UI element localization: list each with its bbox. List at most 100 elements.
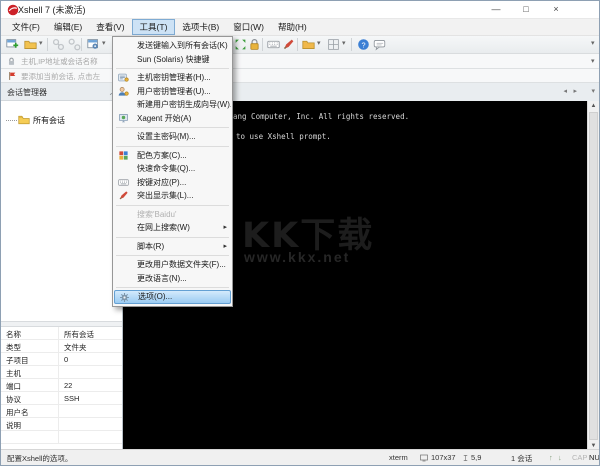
status-terminal-type[interactable]: xterm (389, 453, 408, 462)
help-icon[interactable]: ? (357, 38, 370, 51)
minimize-button[interactable]: — (481, 1, 511, 19)
keyboard-icon[interactable] (267, 38, 280, 51)
menu-separator (116, 68, 229, 69)
layout-grid-icon[interactable] (327, 38, 340, 51)
property-value: SSH (64, 394, 80, 403)
menu-item-xagent-start[interactable]: Xagent 开始(A) (114, 112, 231, 126)
property-row: 协议 SSH (1, 392, 122, 405)
tree-item-label[interactable]: 所有会话 (33, 115, 65, 126)
menu-item-master-password[interactable]: 设置主密码(M)... (114, 130, 231, 144)
status-caps-lock: CAP (572, 453, 588, 462)
toolbar-separator (81, 38, 82, 51)
xshell-logo-icon (7, 4, 19, 16)
transfer-folder-icon[interactable] (302, 38, 315, 51)
menu-item-sun-solaris[interactable]: Sun (Solaris) 快捷键 (114, 53, 231, 67)
menu-file[interactable]: 文件(F) (5, 19, 47, 35)
tab-menu-caret-icon[interactable]: ▾ (591, 87, 595, 95)
menu-item-color-scheme[interactable]: 配色方案(C)... (114, 149, 231, 163)
property-row (1, 431, 122, 444)
feedback-bubble-icon[interactable] (373, 38, 386, 51)
transfer-folder-caret-icon[interactable]: ▾ (317, 39, 321, 47)
property-value: 文件夹 (64, 343, 87, 352)
property-row: 端口 22 (1, 379, 122, 392)
status-screen-size[interactable]: 107x37 (431, 453, 456, 462)
window-title: Xshell 7 (未激活) (18, 5, 86, 15)
session-properties-caret-icon[interactable]: ▾ (102, 39, 106, 47)
menu-item-highlight-sets[interactable]: 突出显示集(L)... (114, 189, 231, 203)
menu-item-label: Xagent 开始(A) (137, 113, 192, 123)
highlight-pen-icon[interactable] (282, 38, 295, 51)
toolbar-overflow-caret-icon[interactable]: ▾ (591, 39, 595, 47)
menu-item-key-mapping[interactable]: 按键对应(P)... (114, 176, 231, 190)
fullscreen-icon[interactable] (234, 38, 247, 51)
menu-edit[interactable]: 编辑(E) (47, 19, 89, 35)
scroll-up-icon[interactable]: ▲ (588, 103, 599, 109)
menu-item-label: 在网上搜索(W) (137, 223, 190, 232)
address-caret-icon[interactable]: ▾ (591, 57, 595, 65)
address-lock-icon (8, 57, 15, 65)
session-manager-panel: 会话管理器 所有会话 名称 所有会话 类型 文件夹 子项目 0 主机 端口 22 协议 S… (1, 83, 123, 449)
session-next-arrow-icon[interactable]: ↓ (558, 453, 562, 462)
sessions-folder-icon (18, 115, 30, 125)
menu-view[interactable]: 查看(V) (89, 19, 131, 35)
menu-item-scripts[interactable]: 脚本(R) ▸ (114, 240, 231, 254)
address-bar[interactable]: 主机,IP地址或会话名称 ▾ (1, 54, 599, 69)
open-session-folder-icon[interactable] (24, 38, 37, 51)
scrollbar-thumb[interactable] (589, 112, 598, 440)
menu-tabs[interactable]: 选项卡(B) (175, 19, 226, 35)
menu-item-host-keys[interactable]: 主机密钥管理者(H)... (114, 71, 231, 85)
title-bar: Xshell 7 (未激活) — □ × (1, 1, 599, 19)
toolbar-separator (297, 38, 298, 51)
links-bar-hint: 要添加当前会话, 点击左 (21, 72, 101, 81)
menu-item-change-language[interactable]: 更改语言(N)... (114, 272, 231, 286)
session-prev-arrow-icon[interactable]: ↑ (549, 453, 553, 462)
property-label (1, 431, 59, 443)
tree-item-all-sessions[interactable]: 所有会话 (1, 113, 122, 127)
layout-grid-caret-icon[interactable]: ▾ (342, 39, 346, 47)
menu-item-new-key-wizard[interactable]: 新建用户密钥生成向导(W)... (114, 98, 231, 112)
status-cursor-position: 5,9 (471, 453, 482, 462)
status-session-count[interactable]: 1 会话 (511, 453, 532, 464)
toolbar-separator (351, 38, 352, 51)
menu-item-label: 用户密钥管理者(U)... (137, 86, 211, 96)
user-key-icon (118, 86, 129, 96)
disconnect-icon (68, 38, 81, 51)
property-value (59, 418, 122, 430)
new-session-icon[interactable] (6, 38, 19, 51)
property-label: 协议 (1, 392, 59, 404)
xshell-window: Xshell 7 (未激活) — □ × 文件(F) 编辑(E) 查看(V) 工… (0, 0, 600, 466)
property-label: 主机 (1, 366, 59, 378)
menu-item-send-keys[interactable]: 发送键输入到所有会话(K) (114, 39, 231, 53)
open-session-caret-icon[interactable]: ▾ (39, 39, 43, 47)
menu-bar: 文件(F) 编辑(E) 查看(V) 工具(T) 选项卡(B) 窗口(W) 帮助(… (1, 19, 599, 36)
watermark-url: www.kkx.net (244, 249, 351, 265)
menu-help[interactable]: 帮助(H) (271, 19, 314, 35)
maximize-button[interactable]: □ (511, 1, 541, 19)
menu-separator (116, 255, 229, 256)
lock-screen-icon[interactable] (248, 38, 261, 51)
menu-item-user-keys[interactable]: 用户密钥管理者(U)... (114, 85, 231, 99)
tab-scroll-right-icon[interactable]: ▸ (573, 87, 577, 95)
submenu-arrow-icon: ▸ (223, 224, 227, 231)
status-bar: 配置Xshell的选项。 xterm 107x37 5,9 1 会话 ↑ ↓ C… (1, 449, 599, 465)
close-button[interactable]: × (541, 1, 571, 19)
tab-scroll-left-icon[interactable]: ◂ (563, 87, 567, 95)
session-properties-table: 名称 所有会话 类型 文件夹 子项目 0 主机 端口 22 协议 SSH 用户名 说明 (1, 327, 122, 444)
highlight-set-pen-icon (119, 191, 128, 200)
menu-item-options[interactable]: 选项(O)... (114, 290, 231, 304)
menu-item-search-web[interactable]: 在网上搜索(W) ▸ (114, 221, 231, 235)
menu-item-label: 配色方案(C)... (137, 150, 187, 160)
menu-item-quick-commands[interactable]: 快速命令集(Q)... (114, 162, 231, 176)
terminal-scrollbar[interactable]: ▲ ▼ (587, 101, 599, 451)
menu-window[interactable]: 窗口(W) (226, 19, 271, 35)
menu-tools[interactable]: 工具(T) (131, 19, 176, 35)
address-input[interactable]: 主机,IP地址或会话名称 (21, 56, 98, 67)
menu-item-user-data-folder[interactable]: 更改用户数据文件夹(F)... (114, 258, 231, 272)
property-value: 22 (64, 381, 73, 390)
session-properties-icon[interactable] (87, 38, 100, 51)
toolbar-separator (262, 38, 263, 51)
property-value (59, 366, 122, 378)
property-row: 用户名 (1, 405, 122, 418)
property-row: 主机 (1, 366, 122, 379)
session-manager-title: 会话管理器 (7, 88, 47, 97)
